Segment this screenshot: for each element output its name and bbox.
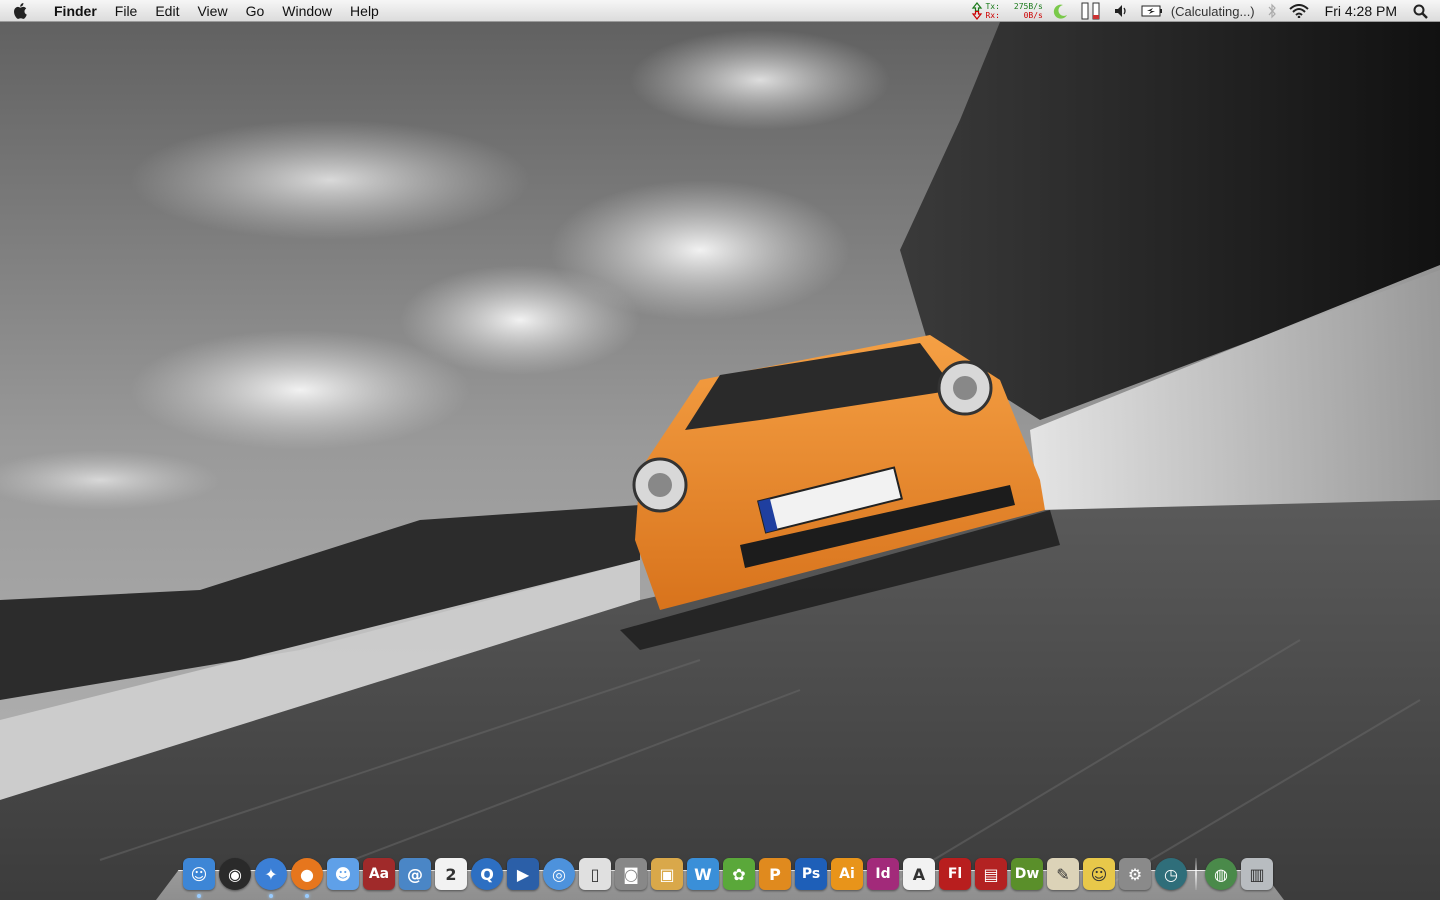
- running-indicator: [305, 894, 309, 898]
- textedit-glyph: ✎: [1056, 864, 1070, 884]
- spotlight-search-icon[interactable]: [1407, 0, 1440, 22]
- preview-glyph: ▣: [659, 864, 675, 884]
- wifi-icon[interactable]: [1283, 0, 1315, 22]
- menu-help[interactable]: Help: [341, 0, 388, 22]
- freehand-icon[interactable]: P: [759, 858, 791, 890]
- battery-status[interactable]: (Calculating...): [1169, 4, 1261, 19]
- firefox-icon[interactable]: ●: [291, 858, 323, 898]
- cpu-moon-icon[interactable]: [1047, 0, 1075, 22]
- menu-edit[interactable]: Edit: [146, 0, 188, 22]
- iphoto-icon[interactable]: ◙: [615, 858, 647, 890]
- menu-file[interactable]: File: [106, 0, 147, 22]
- dashboard-icon[interactable]: ◉: [219, 858, 251, 890]
- dock-icons: ☺ ◉ ✦ ● ☻ Aa @2 Q ▶ ◎ ▯ ◙ ▣ W ✿ P Ps Ai Id A Fl ▤ Dw ✎ ☺ ⚙ ◷ ◍ ▥: [156, 858, 1284, 900]
- network-monitor[interactable]: Tx: Rx: 275B/s 0B/s: [967, 0, 1046, 22]
- ical-icon[interactable]: 2: [435, 858, 467, 890]
- dashboard-glyph: ◉: [228, 864, 242, 884]
- flash-glyph: Fl: [947, 866, 963, 882]
- acrobat-glyph: A: [912, 864, 926, 884]
- dreamweaver-glyph: Dw: [1014, 866, 1040, 882]
- ical-glyph: 2: [445, 864, 457, 884]
- quicktime-glyph: Q: [480, 864, 494, 884]
- imovie-icon[interactable]: ▶: [507, 858, 539, 890]
- tx-value: 275B/s: [1013, 2, 1043, 11]
- mail-glyph: @: [407, 864, 423, 884]
- volume-icon[interactable]: [1107, 0, 1135, 22]
- contribute-icon[interactable]: W: [687, 858, 719, 890]
- quicktime-icon[interactable]: Q: [471, 858, 503, 890]
- photoshop-icon[interactable]: Ps: [795, 858, 827, 890]
- ichat-glyph: ☻: [334, 864, 352, 884]
- cpu-meter-icon[interactable]: [1075, 0, 1107, 22]
- trash-icon[interactable]: ▥: [1241, 858, 1273, 890]
- system-preferences-glyph: ⚙: [1127, 864, 1143, 884]
- menu-bar: Finder File Edit View Go Window Help Tx:…: [0, 0, 1440, 22]
- folder-icon[interactable]: ☺: [1083, 858, 1115, 890]
- apple-menu-icon[interactable]: [0, 0, 40, 22]
- dvd-player-icon[interactable]: ◎: [543, 858, 575, 890]
- dock: ☺ ◉ ✦ ● ☻ Aa @2 Q ▶ ◎ ▯ ◙ ▣ W ✿ P Ps Ai Id A Fl ▤ Dw ✎ ☺ ⚙ ◷ ◍ ▥: [156, 858, 1284, 900]
- textedit-icon[interactable]: ✎: [1047, 858, 1079, 890]
- illustrator-glyph: Ai: [839, 866, 855, 882]
- wallpaper-scene: [0, 0, 1440, 900]
- illustrator-icon[interactable]: Ai: [831, 858, 863, 890]
- network-arrows-icon: [972, 2, 983, 20]
- flash-video-glyph: ▤: [983, 864, 999, 884]
- freehand-glyph: P: [769, 864, 781, 884]
- menu-view[interactable]: View: [188, 0, 236, 22]
- folder-glyph: ☺: [1090, 864, 1108, 884]
- indesign-icon[interactable]: Id: [867, 858, 899, 890]
- network-values: 275B/s 0B/s: [1014, 2, 1043, 20]
- ipod-icon[interactable]: ▯: [579, 858, 611, 890]
- finder-icon[interactable]: ☺: [183, 858, 215, 898]
- flash-icon[interactable]: Fl: [939, 858, 971, 890]
- menu-window[interactable]: Window: [273, 0, 341, 22]
- safari-icon[interactable]: ✦: [255, 858, 287, 898]
- network-globe-glyph: ◍: [1214, 864, 1228, 884]
- mail-icon[interactable]: @: [399, 858, 431, 890]
- contribute-glyph: W: [694, 864, 712, 884]
- trash-glyph: ▥: [1249, 864, 1265, 884]
- indesign-glyph: Id: [875, 866, 891, 882]
- photoshop-glyph: Ps: [801, 866, 821, 882]
- battery-icon[interactable]: [1135, 0, 1169, 22]
- menu-app-finder[interactable]: Finder: [40, 0, 106, 22]
- dvd-player-glyph: ◎: [552, 864, 566, 884]
- menu-clock[interactable]: Fri 4:28 PM: [1315, 3, 1407, 19]
- preview-icon[interactable]: ▣: [651, 858, 683, 890]
- system-preferences-icon[interactable]: ⚙: [1119, 858, 1151, 890]
- running-indicator: [269, 894, 273, 898]
- fireworks-icon[interactable]: ✿: [723, 858, 755, 890]
- ipod-glyph: ▯: [590, 864, 600, 884]
- ichat-icon[interactable]: ☻: [327, 858, 359, 890]
- bluetooth-icon[interactable]: [1261, 0, 1283, 22]
- finder-glyph: ☺: [190, 864, 208, 884]
- rx-value: 0B/s: [1023, 11, 1043, 20]
- menu-go[interactable]: Go: [237, 0, 274, 22]
- fireworks-glyph: ✿: [732, 864, 746, 884]
- safari-glyph: ✦: [264, 864, 278, 884]
- time-machine-icon[interactable]: ◷: [1155, 858, 1187, 890]
- desktop-wallpaper: [0, 0, 1440, 900]
- globe-icon[interactable]: ◍: [1205, 858, 1237, 890]
- network-labels: Tx: Rx:: [985, 2, 999, 20]
- menu-bar-left: Finder File Edit View Go Window Help: [0, 0, 388, 22]
- dreamweaver-icon[interactable]: Dw: [1011, 858, 1043, 890]
- acrobat-icon[interactable]: A: [903, 858, 935, 890]
- time-machine-glyph: ◷: [1164, 864, 1178, 884]
- menu-extras: Tx: Rx: 275B/s 0B/s (Calculating...) Fri…: [967, 0, 1440, 22]
- iphoto-glyph: ◙: [623, 864, 639, 884]
- dictionary-glyph: Aa: [368, 866, 390, 882]
- tx-label: Tx:: [985, 2, 1000, 11]
- imovie-glyph: ▶: [516, 864, 530, 884]
- firefox-glyph: ●: [300, 864, 314, 884]
- dock-separator: [1195, 858, 1197, 890]
- running-indicator: [197, 894, 201, 898]
- rx-label: Rx:: [985, 11, 1000, 20]
- flash-video-icon[interactable]: ▤: [975, 858, 1007, 890]
- dictionary-icon[interactable]: Aa: [363, 858, 395, 890]
